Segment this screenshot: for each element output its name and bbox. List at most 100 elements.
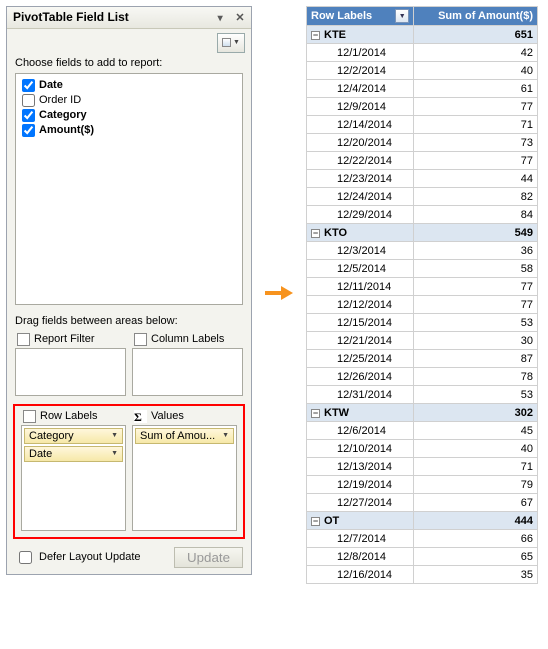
field-pill[interactable]: Sum of Amou...▼ bbox=[135, 428, 234, 444]
group-header-cell[interactable]: −OT bbox=[307, 512, 414, 530]
field-item[interactable]: Date bbox=[20, 78, 238, 93]
field-item[interactable]: Order ID bbox=[20, 93, 238, 108]
chevron-down-icon: ▼ bbox=[111, 450, 118, 457]
value-cell: 87 bbox=[414, 350, 538, 368]
column-labels-header: Column Labels bbox=[132, 331, 243, 348]
rows-icon bbox=[23, 410, 36, 423]
date-cell: 12/21/2014 bbox=[307, 332, 414, 350]
sigma-icon: Σ bbox=[134, 410, 147, 423]
value-cell: 73 bbox=[414, 134, 538, 152]
collapse-toggle-icon[interactable]: − bbox=[311, 31, 320, 40]
value-cell: 30 bbox=[414, 332, 538, 350]
value-cell: 77 bbox=[414, 152, 538, 170]
row-labels-filter-button[interactable]: ▼ bbox=[395, 9, 409, 23]
field-pill[interactable]: Date▼ bbox=[24, 446, 123, 462]
group-header-cell[interactable]: −KTO bbox=[307, 224, 414, 242]
layout-icon bbox=[222, 38, 231, 47]
column-labels-drop[interactable] bbox=[132, 348, 243, 396]
group-header-cell[interactable]: −KTE bbox=[307, 26, 414, 44]
group-total-cell: 302 bbox=[414, 404, 538, 422]
close-icon[interactable]: ✕ bbox=[233, 11, 247, 25]
date-cell: 12/24/2014 bbox=[307, 188, 414, 206]
date-cell: 12/26/2014 bbox=[307, 368, 414, 386]
value-cell: 65 bbox=[414, 548, 538, 566]
date-cell: 12/1/2014 bbox=[307, 44, 414, 62]
report-filter-drop[interactable] bbox=[15, 348, 126, 396]
value-cell: 36 bbox=[414, 242, 538, 260]
date-cell: 12/2/2014 bbox=[307, 62, 414, 80]
field-pill[interactable]: Category▼ bbox=[24, 428, 123, 444]
values-header: Σ Values bbox=[132, 408, 237, 425]
value-cell: 77 bbox=[414, 278, 538, 296]
chevron-down-icon: ▼ bbox=[233, 39, 240, 46]
value-cell: 53 bbox=[414, 314, 538, 332]
date-cell: 12/9/2014 bbox=[307, 98, 414, 116]
value-cell: 61 bbox=[414, 80, 538, 98]
drag-areas-label: Drag fields between areas below: bbox=[7, 313, 251, 329]
value-cell: 71 bbox=[414, 458, 538, 476]
value-cell: 40 bbox=[414, 62, 538, 80]
value-cell: 84 bbox=[414, 206, 538, 224]
report-filter-header: Report Filter bbox=[15, 331, 126, 348]
date-cell: 12/14/2014 bbox=[307, 116, 414, 134]
value-cell: 66 bbox=[414, 530, 538, 548]
field-label: Order ID bbox=[39, 94, 81, 106]
date-cell: 12/10/2014 bbox=[307, 440, 414, 458]
field-checkbox[interactable] bbox=[22, 109, 35, 122]
value-cell: 35 bbox=[414, 566, 538, 584]
value-cell: 77 bbox=[414, 98, 538, 116]
pivot-table: Row Labels ▼ Sum of Amount($) −KTE65112/… bbox=[306, 6, 538, 584]
group-header-cell[interactable]: −KTW bbox=[307, 404, 414, 422]
field-item[interactable]: Amount($) bbox=[20, 123, 238, 138]
layout-options-button[interactable]: ▼ bbox=[217, 33, 245, 53]
date-cell: 12/6/2014 bbox=[307, 422, 414, 440]
date-cell: 12/31/2014 bbox=[307, 386, 414, 404]
date-cell: 12/5/2014 bbox=[307, 260, 414, 278]
pivot-header-rows: Row Labels ▼ bbox=[307, 7, 414, 26]
panel-menu-dropdown-icon[interactable]: ▾ bbox=[218, 13, 228, 23]
date-cell: 12/29/2014 bbox=[307, 206, 414, 224]
value-cell: 67 bbox=[414, 494, 538, 512]
field-list: DateOrder ID Category Amount($) bbox=[15, 73, 243, 305]
date-cell: 12/4/2014 bbox=[307, 80, 414, 98]
value-cell: 79 bbox=[414, 476, 538, 494]
value-cell: 53 bbox=[414, 386, 538, 404]
group-total-cell: 651 bbox=[414, 26, 538, 44]
group-total-cell: 549 bbox=[414, 224, 538, 242]
collapse-toggle-icon[interactable]: − bbox=[311, 229, 320, 238]
field-checkbox[interactable] bbox=[22, 79, 35, 92]
values-drop[interactable]: Sum of Amou...▼ bbox=[132, 425, 237, 531]
defer-update-input[interactable] bbox=[19, 551, 32, 564]
value-cell: 42 bbox=[414, 44, 538, 62]
chevron-down-icon: ▼ bbox=[111, 432, 118, 439]
arrow-right-icon bbox=[265, 286, 293, 300]
panel-footer: Defer Layout Update Update bbox=[7, 541, 251, 574]
date-cell: 12/25/2014 bbox=[307, 350, 414, 368]
row-labels-drop[interactable]: Category▼ Date▼ bbox=[21, 425, 126, 531]
date-cell: 12/12/2014 bbox=[307, 296, 414, 314]
value-cell: 82 bbox=[414, 188, 538, 206]
value-cell: 71 bbox=[414, 116, 538, 134]
field-checkbox[interactable] bbox=[22, 94, 35, 107]
date-cell: 12/20/2014 bbox=[307, 134, 414, 152]
date-cell: 12/23/2014 bbox=[307, 170, 414, 188]
collapse-toggle-icon[interactable]: − bbox=[311, 409, 320, 418]
panel-header: PivotTable Field List ▾ ✕ bbox=[7, 7, 251, 29]
date-cell: 12/11/2014 bbox=[307, 278, 414, 296]
field-checkbox[interactable] bbox=[22, 124, 35, 137]
date-cell: 12/7/2014 bbox=[307, 530, 414, 548]
value-cell: 77 bbox=[414, 296, 538, 314]
arrow-indicator bbox=[260, 6, 298, 300]
panel-tools: ▼ bbox=[7, 29, 251, 55]
field-label: Category bbox=[39, 109, 87, 121]
date-cell: 12/15/2014 bbox=[307, 314, 414, 332]
value-cell: 40 bbox=[414, 440, 538, 458]
update-button[interactable]: Update bbox=[174, 547, 243, 568]
filter-icon bbox=[17, 333, 30, 346]
field-item[interactable]: Category bbox=[20, 108, 238, 123]
panel-title: PivotTable Field List bbox=[13, 10, 129, 24]
collapse-toggle-icon[interactable]: − bbox=[311, 517, 320, 526]
value-cell: 78 bbox=[414, 368, 538, 386]
defer-update-checkbox[interactable]: Defer Layout Update bbox=[15, 548, 141, 567]
date-cell: 12/19/2014 bbox=[307, 476, 414, 494]
